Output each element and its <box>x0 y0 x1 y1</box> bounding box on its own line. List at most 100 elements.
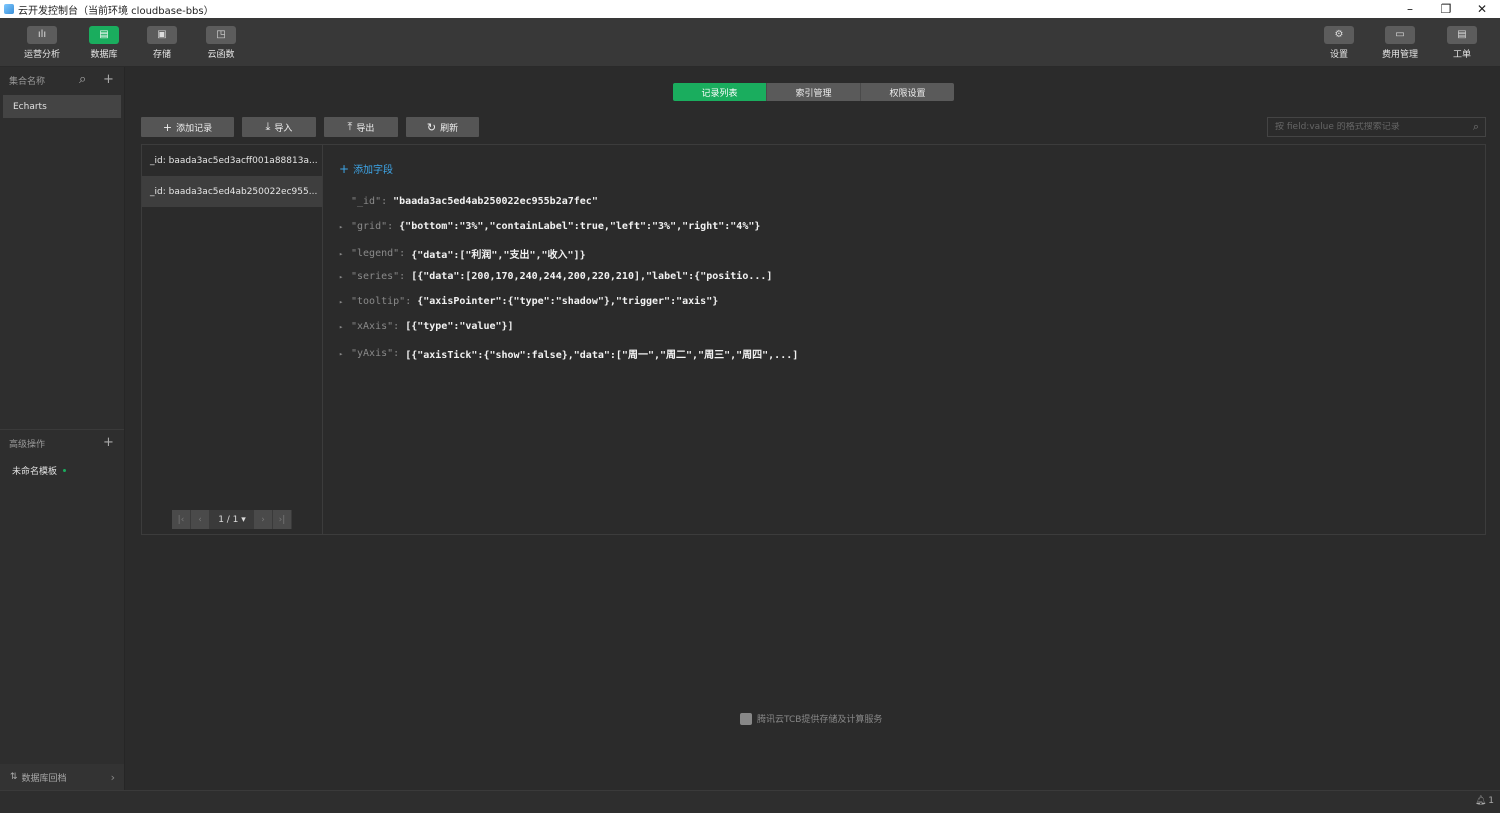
advanced-header: 高级操作 + <box>0 430 124 456</box>
import-button[interactable]: ⤓ 导入 <box>242 117 316 137</box>
field-value: {"axisPointer":{"type":"shadow"},"trigge… <box>417 296 719 307</box>
last-page-button[interactable]: ›| <box>273 510 292 529</box>
add-field-button[interactable]: + 添加字段 <box>339 161 394 177</box>
field-key: "xAxis" <box>351 321 394 332</box>
minimize-button[interactable]: – <box>1392 0 1428 18</box>
billing-icon: ▭ <box>1385 26 1415 44</box>
search-icon[interactable]: ⌕ <box>1473 120 1479 134</box>
field-row-series[interactable]: ▸ "series": [{"data":[200,170,240,244,20… <box>339 271 772 282</box>
tab-record-list[interactable]: 记录列表 <box>673 83 767 101</box>
field-value: "baada3ac5ed4ab250022ec955b2a7fec" <box>393 196 598 207</box>
tab-permissions[interactable]: 权限设置 <box>861 83 954 101</box>
record-search-input[interactable] <box>1268 122 1458 132</box>
bell-icon: 🔔︎ <box>1474 796 1487 806</box>
function-icon: ◳ <box>206 26 236 44</box>
main-toolbar: ılı 运营分析 ▤ 数据库 ▣ 存储 ◳ 云函数 ⚙ 设置 ▭ 费用管理 ▤ … <box>0 18 1500 67</box>
chevron-right-icon: › <box>110 770 115 784</box>
page-select[interactable]: 1 / 1 ▾ <box>210 510 254 529</box>
toolbar-analytics-button[interactable]: ılı 运营分析 <box>17 26 67 60</box>
refresh-button[interactable]: ↻ 刷新 <box>406 117 479 137</box>
add-collection-icon[interactable]: + <box>103 72 114 87</box>
window-titlebar: 云开发控制台（当前环境 cloudbase-bbs） – ❐ ✕ <box>0 0 1500 18</box>
notification-button[interactable]: 🔔︎ 1 <box>1475 796 1494 806</box>
record-item-selected[interactable]: _id: baada3ac5ed4ab250022ec955... <box>142 176 322 207</box>
field-value: {"bottom":"3%","containLabel":true,"left… <box>399 221 761 232</box>
add-template-icon[interactable]: + <box>103 435 114 450</box>
template-item[interactable]: 未命名模板 <box>0 456 124 484</box>
toolbar-billing-button[interactable]: ▭ 费用管理 <box>1375 26 1425 60</box>
field-key: "grid" <box>351 221 388 232</box>
field-key: "yAxis" <box>351 348 394 359</box>
toolbar-functions-button[interactable]: ◳ 云函数 <box>196 26 246 60</box>
export-label: 导出 <box>356 123 375 134</box>
expand-icon[interactable]: ▸ <box>339 298 351 306</box>
export-icon: ⤒ <box>347 120 353 133</box>
toolbar-database-button[interactable]: ▤ 数据库 <box>79 26 129 60</box>
field-row-yaxis[interactable]: ▸ "yAxis": [{"axisTick":{"show":false},"… <box>339 346 798 361</box>
field-key: "series" <box>351 271 400 282</box>
status-dot-icon <box>63 468 67 472</box>
field-key: "legend" <box>351 248 400 259</box>
field-row-legend[interactable]: ▸ "legend": {"data":["利润","支出","收入"]} <box>339 246 586 261</box>
pagination: |‹ ‹ 1 / 1 ▾ › ›| <box>172 510 292 529</box>
field-value: {"data":["利润","支出","收入"]} <box>411 250 586 261</box>
collections-sidebar: 集合名称 ⌕ + Echarts 高级操作 + 未命名模板 ⇅ 数据库回档 › <box>0 67 125 790</box>
toolbar-settings-button[interactable]: ⚙ 设置 <box>1314 26 1364 60</box>
expand-icon[interactable]: ▸ <box>339 250 351 258</box>
restore-button[interactable]: ❐ <box>1428 0 1464 18</box>
expand-icon[interactable]: ▸ <box>339 350 351 358</box>
toolbar-storage-button[interactable]: ▣ 存储 <box>137 26 187 60</box>
refresh-label: 刷新 <box>440 123 459 134</box>
export-button[interactable]: ⤒ 导出 <box>324 117 398 137</box>
import-label: 导入 <box>274 123 293 134</box>
record-list: _id: baada3ac5ed3acff001a88813a... _id: … <box>142 145 323 534</box>
close-button[interactable]: ✕ <box>1464 0 1500 18</box>
footer-text: 腾讯云TCB提供存储及计算服务 <box>757 715 883 725</box>
toolbar-functions-label: 云函数 <box>207 50 235 60</box>
toolbar-ticket-button[interactable]: ▤ 工单 <box>1437 26 1487 60</box>
tab-index-management[interactable]: 索引管理 <box>767 83 861 101</box>
footer-note: 腾讯云TCB提供存储及计算服务 <box>740 712 882 725</box>
database-rollback-label: 数据库回档 <box>21 773 67 784</box>
storage-icon: ▣ <box>147 26 177 44</box>
field-value: [{"data":[200,170,240,244,200,220,210],"… <box>411 271 773 282</box>
field-row-xaxis[interactable]: ▸ "xAxis": [{"type":"value"}] <box>339 321 514 332</box>
collections-header: 集合名称 ⌕ + <box>0 67 124 93</box>
record-search-box: ⌕ <box>1267 117 1486 137</box>
search-icon[interactable]: ⌕ <box>79 72 86 87</box>
add-record-label: 添加记录 <box>176 123 213 134</box>
app-logo-icon <box>4 4 14 14</box>
add-record-button[interactable]: + 添加记录 <box>141 117 234 137</box>
toolbar-ticket-label: 工单 <box>1452 50 1471 60</box>
window-title: 云开发控制台（当前环境 cloudbase-bbs） <box>18 5 214 17</box>
expand-icon[interactable]: ▸ <box>339 273 351 281</box>
collections-title: 集合名称 <box>9 76 46 87</box>
plus-icon: + <box>339 161 350 176</box>
field-row-id[interactable]: "_id": "baada3ac5ed4ab250022ec955b2a7fec… <box>339 196 598 207</box>
next-page-button[interactable]: › <box>254 510 273 529</box>
database-rollback-button[interactable]: ⇅ 数据库回档 › <box>0 764 124 790</box>
expand-icon[interactable]: ▸ <box>339 223 351 231</box>
advanced-title: 高级操作 <box>9 439 46 450</box>
collection-item-echarts[interactable]: Echarts <box>3 95 121 118</box>
toolbar-analytics-label: 运营分析 <box>23 50 60 60</box>
field-key: "_id" <box>351 196 382 207</box>
chart-icon: ılı <box>27 26 57 44</box>
field-key: "tooltip" <box>351 296 406 307</box>
add-field-label: 添加字段 <box>353 165 394 176</box>
first-page-button[interactable]: |‹ <box>172 510 191 529</box>
field-row-grid[interactable]: ▸ "grid": {"bottom":"3%","containLabel":… <box>339 221 760 232</box>
ticket-icon: ▤ <box>1447 26 1477 44</box>
record-item[interactable]: _id: baada3ac5ed3acff001a88813a... <box>142 145 322 176</box>
plus-icon: + <box>162 120 173 134</box>
database-icon: ▤ <box>89 26 119 44</box>
toolbar-storage-label: 存储 <box>152 50 171 60</box>
prev-page-button[interactable]: ‹ <box>191 510 210 529</box>
status-bar: 🔔︎ 1 <box>0 790 1500 813</box>
window-controls: – ❐ ✕ <box>1392 0 1500 18</box>
record-tabs: 记录列表 索引管理 权限设置 <box>673 83 954 101</box>
notification-count: 1 <box>1488 796 1494 806</box>
expand-icon[interactable]: ▸ <box>339 323 351 331</box>
field-row-tooltip[interactable]: ▸ "tooltip": {"axisPointer":{"type":"sha… <box>339 296 718 307</box>
refresh-icon: ↻ <box>426 120 437 134</box>
